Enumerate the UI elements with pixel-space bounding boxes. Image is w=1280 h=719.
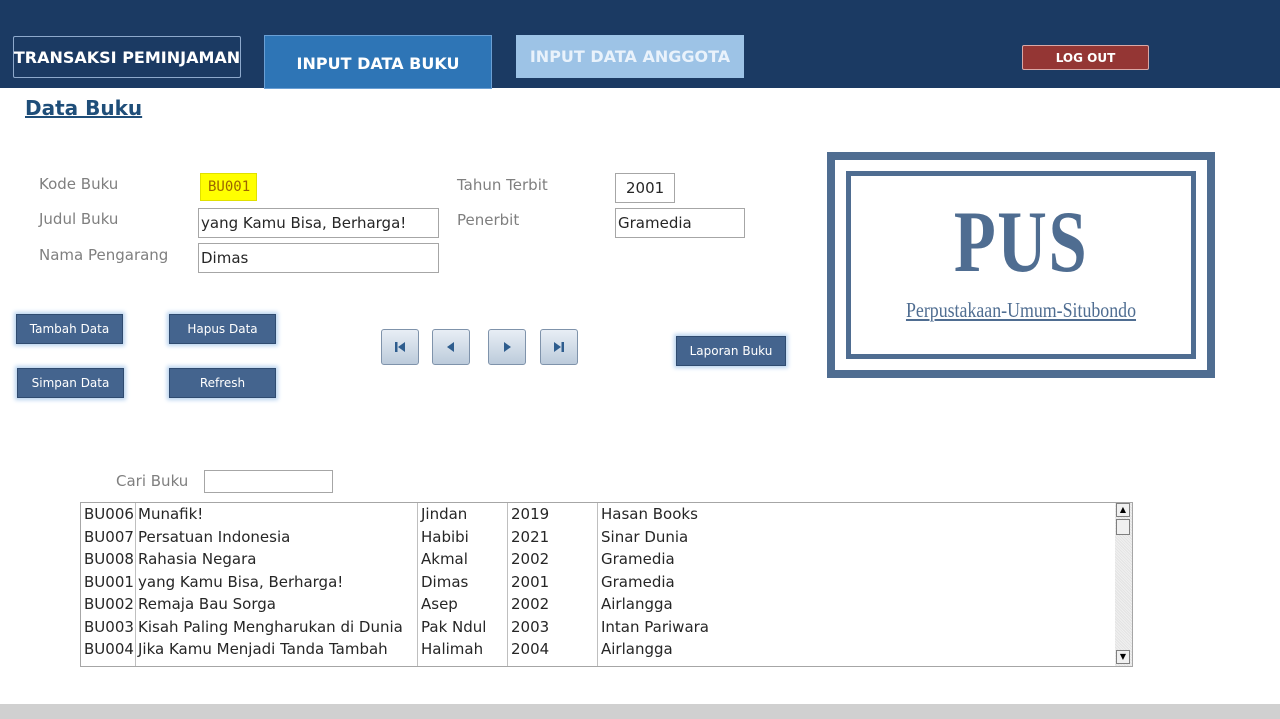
tahun-cell: 2004 xyxy=(511,640,550,658)
list-item[interactable]: BU002 Remaja Bau Sorga Asep 2002 Airlang… xyxy=(81,593,1116,616)
first-record-button[interactable] xyxy=(381,329,419,365)
first-record-icon xyxy=(395,342,405,352)
tambah-data-button[interactable]: Tambah Data xyxy=(16,314,123,344)
penerbit-label: Penerbit xyxy=(457,211,520,229)
penerbit-cell: Airlangga xyxy=(601,595,673,613)
pengarang-cell: Pak Ndul xyxy=(421,617,487,636)
kode-cell: BU003 xyxy=(84,617,134,636)
judul-cell: Munafik! xyxy=(138,505,204,523)
judul-buku-field[interactable]: yang Kamu Bisa, Berharga! xyxy=(198,208,439,238)
last-record-button[interactable] xyxy=(540,329,578,365)
list-item[interactable]: BU001 yang Kamu Bisa, Berharga! Dimas 20… xyxy=(81,571,1116,594)
page-title: Data Buku xyxy=(25,96,143,120)
book-list[interactable]: BU006 Munafik! Jindan 2019 Hasan Books B… xyxy=(80,502,1133,667)
refresh-button[interactable]: Refresh xyxy=(169,368,276,398)
tab-input-data-anggota[interactable]: INPUT DATA ANGGOTA xyxy=(516,35,744,78)
kode-cell: BU004 xyxy=(84,640,134,658)
tab-label: INPUT DATA ANGGOTA xyxy=(529,47,731,66)
tahun-cell: 2019 xyxy=(511,505,550,523)
tab-label: INPUT DATA BUKU xyxy=(296,54,460,73)
list-item[interactable]: BU006 Munafik! Jindan 2019 Hasan Books xyxy=(81,503,1116,526)
scroll-up-button[interactable]: ▲ xyxy=(1116,503,1130,517)
pengarang-cell: Asep xyxy=(421,595,458,613)
judul-cell: Remaja Bau Sorga xyxy=(138,595,276,613)
list-item[interactable]: BU003 Kisah Paling Mengharukan di Dunia … xyxy=(81,616,1116,639)
kode-cell: BU007 xyxy=(84,527,134,546)
judul-buku-label: Judul Buku xyxy=(39,210,119,228)
penerbit-cell: Intan Pariwara xyxy=(601,617,709,636)
bottom-bar xyxy=(0,704,1280,719)
logo-subtitle: Perpustakaan-Umum-Situbondo xyxy=(905,298,1137,322)
list-scrollbar[interactable]: ▲ ▼ xyxy=(1115,503,1132,666)
kode-buku-label: Kode Buku xyxy=(39,175,119,193)
scroll-down-button[interactable]: ▼ xyxy=(1116,650,1130,664)
pengarang-cell: Akmal xyxy=(421,550,468,568)
next-record-button[interactable] xyxy=(488,329,526,365)
judul-cell: Rahasia Negara xyxy=(138,550,257,568)
penerbit-cell: Airlangga xyxy=(601,640,673,658)
kode-cell: BU001 xyxy=(84,572,134,591)
judul-cell: Persatuan Indonesia xyxy=(138,527,291,546)
tahun-terbit-field[interactable]: 2001 xyxy=(615,173,675,203)
next-record-icon xyxy=(504,342,511,352)
cari-buku-input[interactable] xyxy=(204,470,333,493)
judul-cell: Kisah Paling Mengharukan di Dunia xyxy=(138,617,403,636)
kode-buku-field[interactable]: BU001 xyxy=(198,172,278,202)
kode-cell: BU006 xyxy=(84,505,134,523)
tahun-cell: 2002 xyxy=(511,550,550,568)
penerbit-cell: Gramedia xyxy=(601,550,675,568)
tahun-cell: 2003 xyxy=(511,617,550,636)
tahun-cell: 2021 xyxy=(511,527,550,546)
penerbit-cell: Sinar Dunia xyxy=(601,527,689,546)
laporan-buku-button[interactable]: Laporan Buku xyxy=(676,336,786,366)
logo-title: PUS xyxy=(953,194,1089,291)
tab-transaksi-peminjaman[interactable]: TRANSAKSI PEMINJAMAN xyxy=(13,36,241,78)
list-item[interactable]: BU007 Persatuan Indonesia Habibi 2021 Si… xyxy=(81,526,1116,549)
list-item[interactable]: BU008 Rahasia Negara Akmal 2002 Gramedia xyxy=(81,548,1116,571)
list-item[interactable]: BU004 Jika Kamu Menjadi Tanda Tambah Hal… xyxy=(81,638,1116,661)
kode-buku-value: BU001 xyxy=(200,173,258,201)
logout-button[interactable]: LOG OUT xyxy=(1022,45,1149,70)
pengarang-cell: Jindan xyxy=(421,505,468,523)
tab-input-data-buku[interactable]: INPUT DATA BUKU xyxy=(264,35,492,89)
penerbit-field[interactable]: Gramedia xyxy=(615,208,745,238)
penerbit-cell: Hasan Books xyxy=(601,505,698,523)
scroll-thumb[interactable] xyxy=(1116,519,1130,535)
tahun-terbit-label: Tahun Terbit xyxy=(457,176,548,194)
tahun-cell: 2001 xyxy=(511,572,550,591)
kode-cell: BU008 xyxy=(84,550,134,568)
pengarang-cell: Dimas xyxy=(421,572,469,591)
judul-cell: Jika Kamu Menjadi Tanda Tambah xyxy=(138,640,388,658)
nama-pengarang-field[interactable]: Dimas xyxy=(198,243,439,273)
previous-record-icon xyxy=(447,342,454,352)
cari-buku-label: Cari Buku xyxy=(116,472,189,490)
judul-cell: yang Kamu Bisa, Berharga! xyxy=(138,572,344,591)
nama-pengarang-label: Nama Pengarang xyxy=(39,246,169,264)
tab-label: TRANSAKSI PEMINJAMAN xyxy=(13,47,241,67)
tahun-cell: 2002 xyxy=(511,595,550,613)
pengarang-cell: Halimah xyxy=(421,640,484,658)
previous-record-button[interactable] xyxy=(432,329,470,365)
simpan-data-button[interactable]: Simpan Data xyxy=(17,368,124,398)
pengarang-cell: Habibi xyxy=(421,527,469,546)
last-record-icon xyxy=(554,342,564,352)
kode-cell: BU002 xyxy=(84,595,134,613)
hapus-data-button[interactable]: Hapus Data xyxy=(169,314,276,344)
penerbit-cell: Gramedia xyxy=(601,572,675,591)
